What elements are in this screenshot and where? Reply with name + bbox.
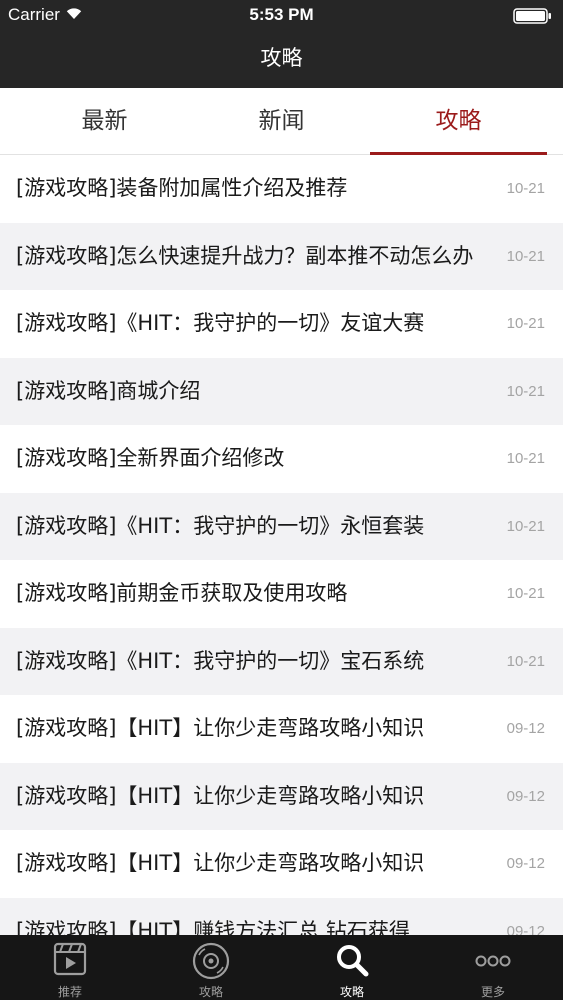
list-item[interactable]: [游戏攻略]《HIT：我守护的一切》永恒套装 10-21 [0, 492, 563, 560]
article-date: 10-21 [506, 585, 545, 602]
search-icon [337, 945, 369, 977]
article-title: [游戏攻略]全新界面介绍修改 [16, 446, 285, 470]
segment-tabs: 最新 新闻 攻略 [0, 88, 563, 155]
status-time: 5:53 PM [249, 5, 314, 24]
article-title: [游戏攻略]商城介绍 [16, 378, 201, 403]
battery-icon [513, 8, 551, 24]
list-item[interactable]: [游戏攻略]装备附加属性介绍及推荐 10-21 [0, 155, 563, 223]
article-title: [游戏攻略]【HIT】让你少走弯路攻略小知识 [16, 716, 425, 740]
list-item[interactable]: [游戏攻略]前期金币获取及使用攻略 10-21 [0, 560, 563, 628]
tabbar-label: 攻略 [198, 985, 223, 999]
tabbar-item-guides[interactable]: 攻略 [141, 935, 281, 1000]
page-title: 攻略 [260, 46, 303, 70]
list-item[interactable]: [游戏攻略]《HIT：我守护的一切》宝石系统 10-21 [0, 627, 563, 695]
article-date: 09-12 [506, 720, 545, 737]
list-item[interactable]: [游戏攻略]【HIT】让你少走弯路攻略小知识 09-12 [0, 762, 563, 830]
list-item[interactable]: [游戏攻略]全新界面介绍修改 10-21 [0, 425, 563, 493]
list-item[interactable]: [游戏攻略]商城介绍 10-21 [0, 357, 563, 425]
more-dots-icon [475, 955, 511, 967]
article-title: [游戏攻略]《HIT：我守护的一切》友谊大赛 [16, 311, 425, 335]
article-date: 09-12 [506, 787, 545, 805]
article-title: [游戏攻略]【HIT】赚钱方法汇总 钻石获得 [16, 918, 410, 936]
disc-icon [192, 942, 230, 980]
list-item[interactable]: [游戏攻略]【HIT】让你少走弯路攻略小知识 09-12 [0, 830, 563, 898]
article-date: 10-21 [506, 315, 545, 332]
tabbar-item-search[interactable]: 攻略 [282, 935, 422, 1000]
article-title: [游戏攻略]【HIT】让你少走弯路攻略小知识 [16, 783, 425, 808]
article-title: [游戏攻略]前期金币获取及使用攻略 [16, 581, 348, 605]
navigation-bar: Carrier 5:53 PM 攻略 [0, 0, 563, 88]
tab-guides[interactable]: 攻略 [370, 88, 547, 154]
article-date: 10-21 [506, 382, 545, 400]
list-item[interactable]: [游戏攻略]【HIT】赚钱方法汇总 钻石获得 09-12 [0, 897, 563, 936]
article-date: 10-21 [506, 517, 545, 535]
list-item[interactable]: [游戏攻略]《HIT：我守护的一切》友谊大赛 10-21 [0, 290, 563, 358]
article-title: [游戏攻略]装备附加属性介绍及推荐 [16, 176, 348, 200]
article-date: 09-12 [506, 922, 545, 936]
list-item[interactable]: [游戏攻略]【HIT】让你少走弯路攻略小知识 09-12 [0, 695, 563, 763]
article-title: [游戏攻略]《HIT：我守护的一切》永恒套装 [16, 513, 425, 538]
tab-news[interactable]: 新闻 [193, 88, 370, 154]
article-date: 10-21 [506, 652, 545, 670]
tabbar-item-recommend[interactable]: 推荐 [0, 935, 140, 1000]
article-date: 10-21 [506, 247, 545, 265]
video-icon [53, 942, 87, 976]
article-date: 10-21 [506, 450, 545, 467]
article-title: [游戏攻略]【HIT】让你少走弯路攻略小知识 [16, 851, 425, 875]
list-item[interactable]: [游戏攻略]怎么快速提升战力？副本推不动怎么办 10-21 [0, 222, 563, 290]
tab-latest[interactable]: 最新 [16, 88, 193, 154]
bottom-tab-bar: 推荐 攻略 攻略 更多 [0, 935, 563, 1000]
article-date: 10-21 [506, 180, 545, 197]
article-title: [游戏攻略]《HIT：我守护的一切》宝石系统 [16, 648, 425, 673]
article-list[interactable]: [游戏攻略]装备附加属性介绍及推荐 10-21 [游戏攻略]怎么快速提升战力？副… [0, 155, 563, 935]
article-date: 09-12 [506, 855, 545, 872]
tabbar-label: 攻略 [339, 985, 364, 999]
tabbar-item-more[interactable]: 更多 [423, 935, 563, 1000]
tabbar-label: 推荐 [57, 985, 82, 999]
status-bar: Carrier 5:53 PM [0, 0, 563, 30]
article-title: [游戏攻略]怎么快速提升战力？副本推不动怎么办 [16, 243, 474, 268]
tabbar-label: 更多 [480, 985, 505, 999]
